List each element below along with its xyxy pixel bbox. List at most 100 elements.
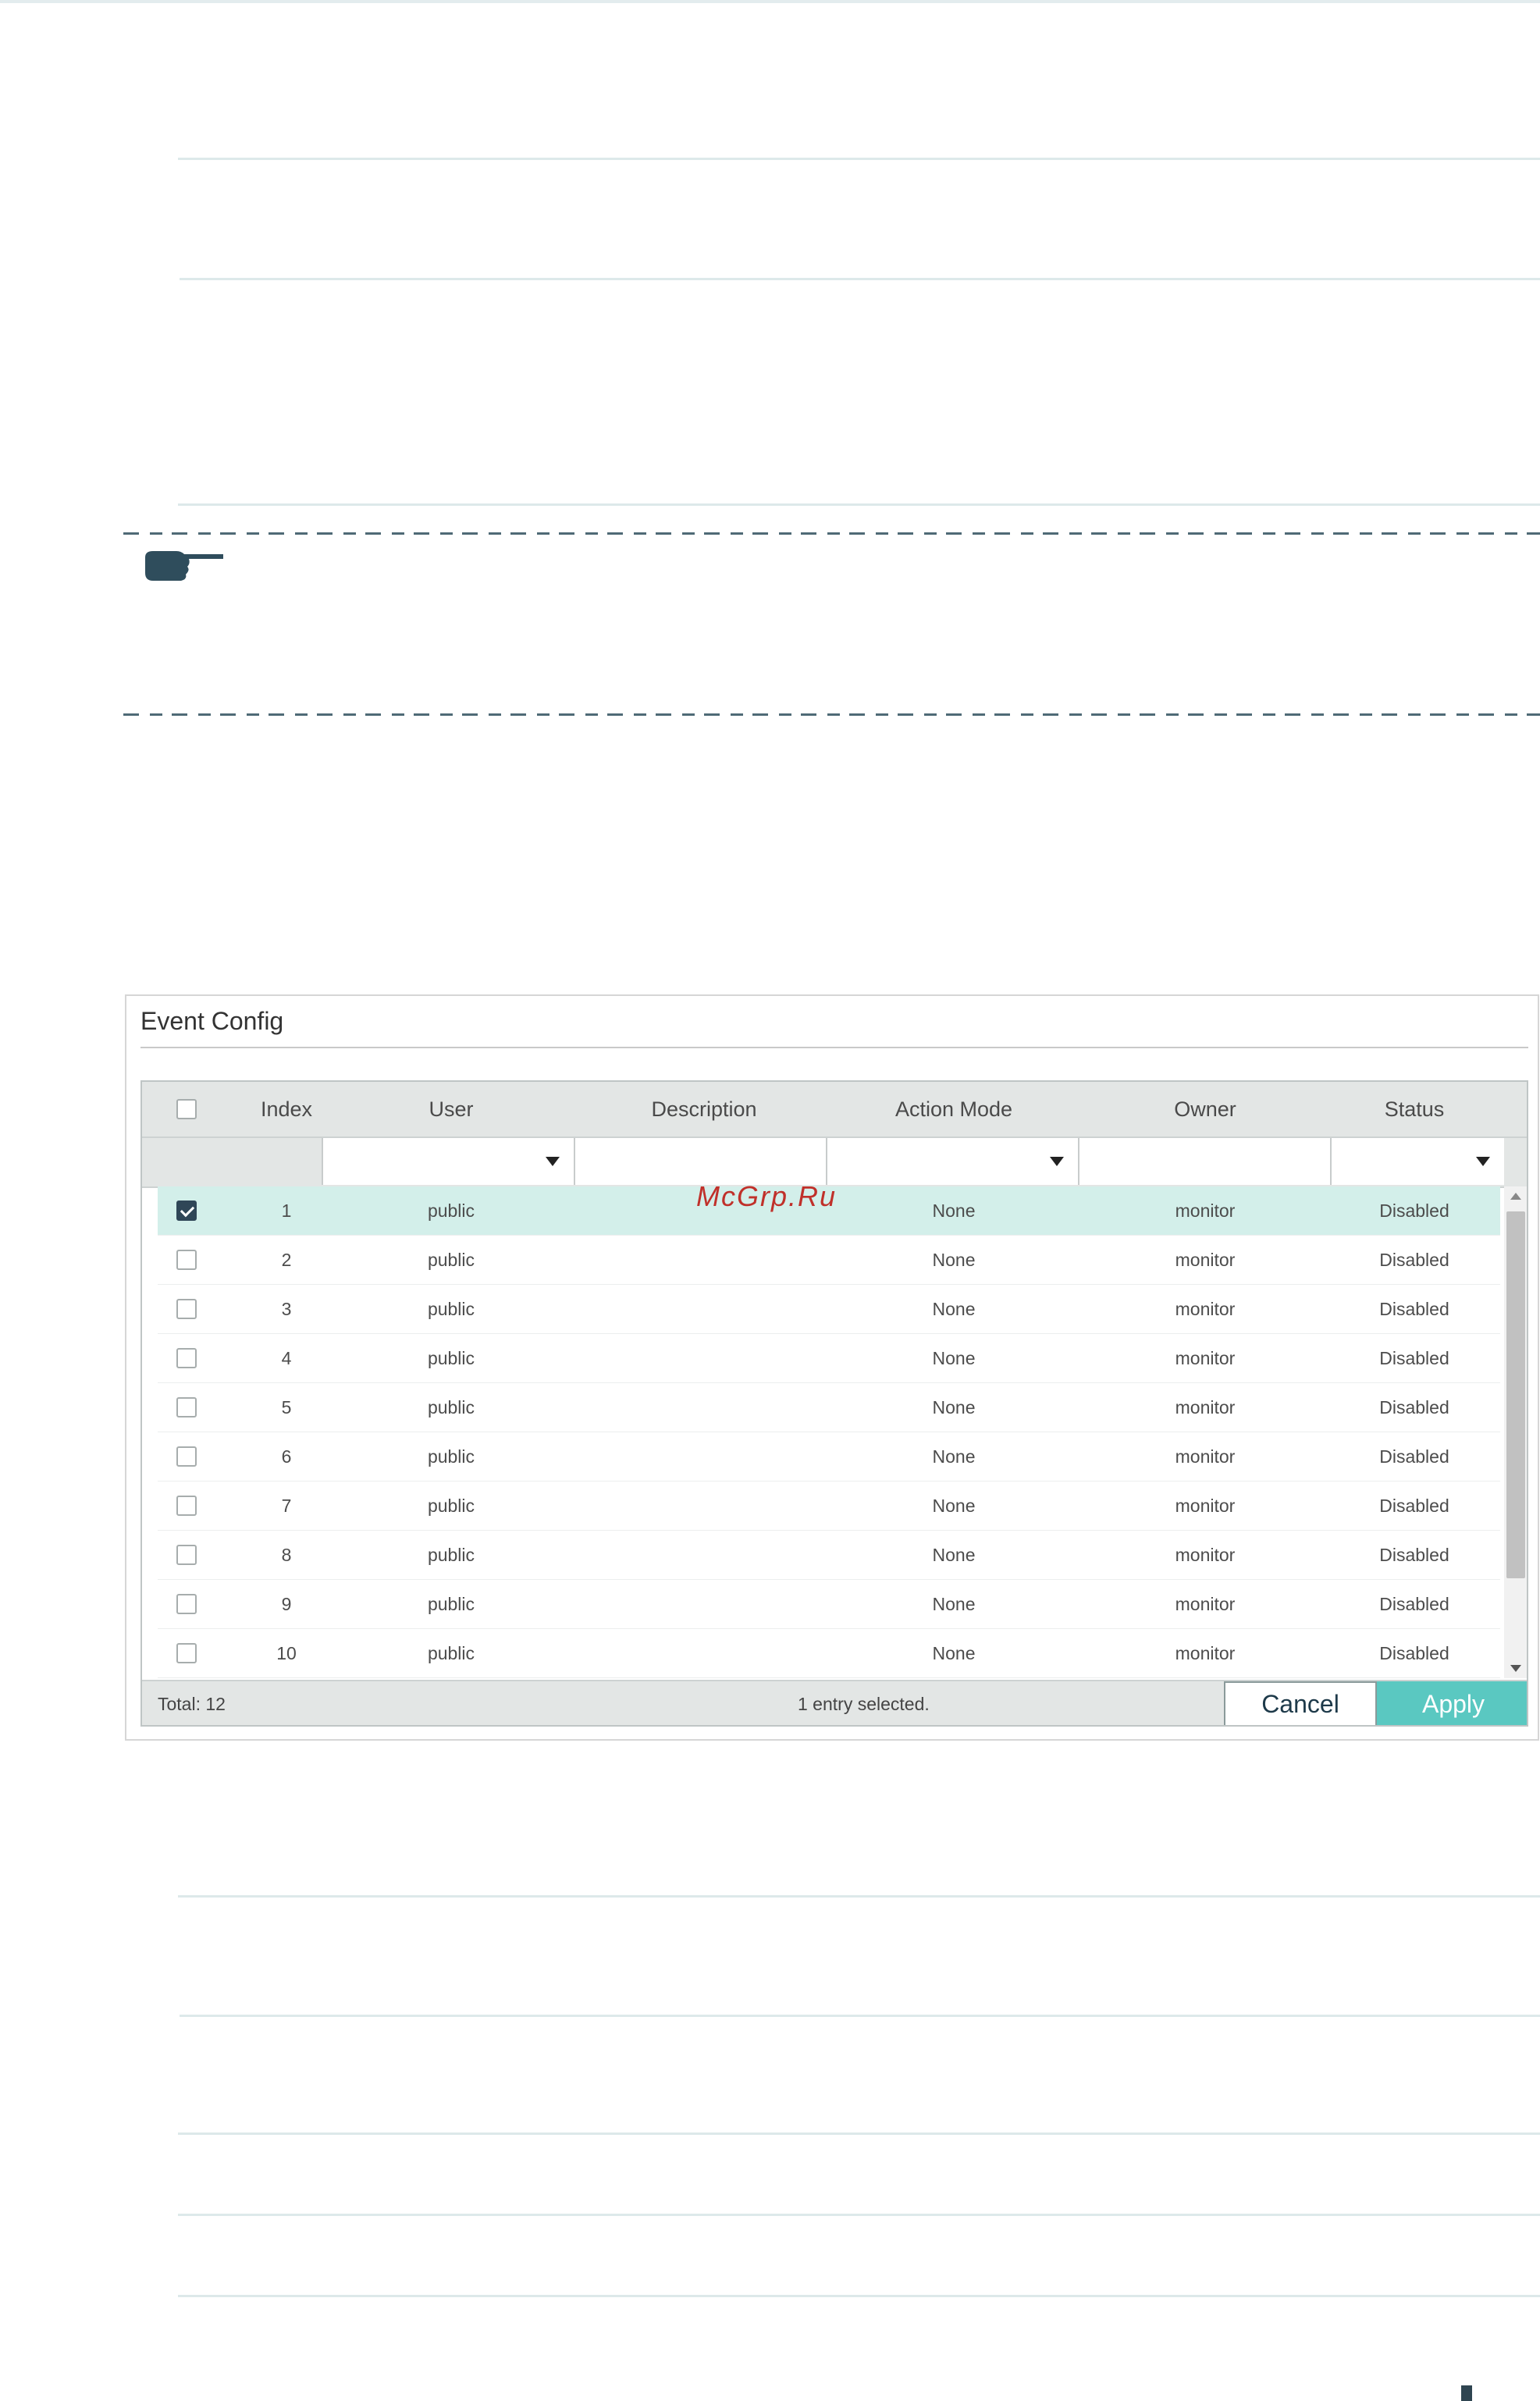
scroll-down-icon[interactable] [1510, 1665, 1521, 1672]
cancel-button[interactable]: Cancel [1224, 1681, 1377, 1725]
cell-action-mode: None [932, 1299, 976, 1319]
divider [178, 503, 1540, 506]
column-header-index[interactable]: Index [228, 1082, 345, 1136]
table-row[interactable]: 2 public None monitor Disabled [158, 1236, 1500, 1285]
cell-user: public [427, 1348, 475, 1368]
table-row[interactable]: 6 public None monitor Disabled [158, 1432, 1500, 1482]
table-row[interactable]: 3 public None monitor Disabled [158, 1285, 1500, 1334]
cell-index: 7 [281, 1496, 292, 1516]
column-header-owner[interactable]: Owner [1088, 1082, 1322, 1136]
total-count: Total: 12 [158, 1694, 226, 1714]
cell-description [587, 1432, 821, 1482]
cell-status: Disabled [1379, 1200, 1449, 1221]
cell-owner: monitor [1175, 1496, 1236, 1516]
panel-title: Event Config [140, 1007, 284, 1035]
cell-description [587, 1236, 821, 1285]
table-row[interactable]: 4 public None monitor Disabled [158, 1334, 1500, 1383]
description-filter-input[interactable] [574, 1138, 826, 1185]
table-row[interactable]: 5 public None monitor Disabled [158, 1383, 1500, 1432]
select-all-checkbox[interactable] [176, 1099, 197, 1119]
cell-action-mode: None [932, 1250, 976, 1270]
cell-owner: monitor [1175, 1200, 1236, 1221]
note-border-top [123, 532, 1540, 535]
pointing-hand-icon [142, 546, 225, 585]
owner-filter-input[interactable] [1078, 1138, 1330, 1185]
vertical-scrollbar[interactable] [1504, 1186, 1527, 1678]
cell-action-mode: None [932, 1446, 976, 1467]
column-header-status[interactable]: Status [1336, 1082, 1492, 1136]
status-filter-select[interactable] [1330, 1138, 1504, 1185]
cell-owner: monitor [1175, 1594, 1236, 1614]
row-checkbox[interactable] [176, 1250, 197, 1270]
user-filter-select[interactable] [322, 1138, 574, 1185]
table-row[interactable]: 9 public None monitor Disabled [158, 1580, 1500, 1629]
watermark-text: McGrp.Ru [696, 1180, 838, 1212]
cell-action-mode: None [932, 1348, 976, 1368]
chevron-down-icon [1476, 1157, 1490, 1166]
cell-owner: monitor [1175, 1545, 1236, 1565]
row-checkbox[interactable] [176, 1397, 197, 1417]
cell-status: Disabled [1379, 1496, 1449, 1516]
cell-user: public [427, 1446, 475, 1467]
action-mode-filter-select[interactable] [826, 1138, 1078, 1185]
cell-owner: monitor [1175, 1299, 1236, 1319]
cell-index: 9 [281, 1594, 292, 1614]
scroll-up-icon[interactable] [1510, 1193, 1521, 1200]
cell-user: public [427, 1545, 475, 1565]
cell-status: Disabled [1379, 1594, 1449, 1614]
cell-user: public [427, 1200, 475, 1221]
apply-button[interactable]: Apply [1377, 1681, 1527, 1725]
cell-index: 8 [281, 1545, 292, 1565]
divider [178, 2132, 1540, 2135]
cell-description [587, 1334, 821, 1383]
cell-user: public [427, 1397, 475, 1417]
chevron-down-icon [546, 1157, 560, 1166]
cell-user: public [427, 1250, 475, 1270]
row-checkbox[interactable] [176, 1299, 197, 1319]
cell-description [587, 1580, 821, 1629]
column-header-user[interactable]: User [350, 1082, 553, 1136]
cell-index: 3 [281, 1299, 292, 1319]
page-marker [1461, 2385, 1472, 2401]
cell-status: Disabled [1379, 1446, 1449, 1467]
table-row[interactable]: 10 public None monitor Disabled [158, 1629, 1500, 1678]
cell-description [587, 1383, 821, 1432]
selection-status: 1 entry selected. [798, 1694, 930, 1714]
divider [180, 2015, 1540, 2017]
row-checkbox[interactable] [176, 1545, 197, 1565]
column-header-description[interactable]: Description [587, 1082, 821, 1136]
cell-index: 6 [281, 1446, 292, 1467]
scroll-thumb[interactable] [1506, 1211, 1525, 1578]
table-header: Index User Description Action Mode Owner… [142, 1082, 1527, 1138]
cell-status: Disabled [1379, 1643, 1449, 1663]
table-row[interactable]: 8 public None monitor Disabled [158, 1531, 1500, 1580]
row-checkbox[interactable] [176, 1643, 197, 1663]
divider [178, 158, 1540, 160]
row-checkbox[interactable] [176, 1446, 197, 1467]
divider [180, 278, 1540, 280]
row-checkbox[interactable] [176, 1594, 197, 1614]
divider [178, 2295, 1540, 2297]
cell-owner: monitor [1175, 1348, 1236, 1368]
row-checkbox[interactable] [176, 1200, 197, 1221]
cell-description [587, 1285, 821, 1334]
cell-index: 1 [281, 1200, 292, 1221]
cell-action-mode: None [932, 1594, 976, 1614]
row-checkbox[interactable] [176, 1496, 197, 1516]
cell-index: 4 [281, 1348, 292, 1368]
cell-action-mode: None [932, 1545, 976, 1565]
column-header-action-mode[interactable]: Action Mode [837, 1082, 1071, 1136]
cell-description [587, 1531, 821, 1580]
table-row[interactable]: 7 public None monitor Disabled [158, 1482, 1500, 1531]
event-config-panel: Event Config Index User Description Acti… [125, 994, 1539, 1741]
cell-index: 2 [281, 1250, 292, 1270]
cell-owner: monitor [1175, 1397, 1236, 1417]
row-checkbox[interactable] [176, 1348, 197, 1368]
cell-user: public [427, 1496, 475, 1516]
cell-action-mode: None [932, 1643, 976, 1663]
cell-description [587, 1629, 821, 1678]
panel-title-divider [140, 1047, 1528, 1048]
cell-status: Disabled [1379, 1348, 1449, 1368]
chevron-down-icon [1050, 1157, 1064, 1166]
note-border-bottom [123, 713, 1540, 716]
